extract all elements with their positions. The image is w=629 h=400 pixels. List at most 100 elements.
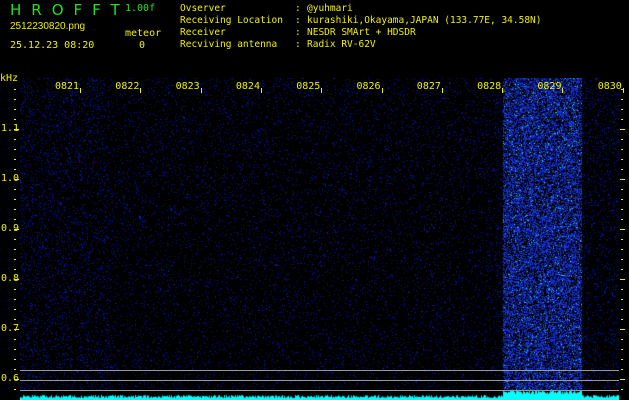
minor-tick [14,99,16,100]
version-label: 1.00f [125,4,155,14]
minor-tick [14,259,16,260]
minor-tick [14,339,16,340]
minor-tick [14,279,16,280]
minor-tick [14,239,16,240]
time-tick [382,88,383,93]
time-tick [261,88,262,93]
info-label: Receiver [180,28,226,38]
minor-tick [621,229,623,230]
marker-line [20,390,619,391]
minor-tick [14,329,16,330]
minor-tick [14,289,16,290]
minor-tick [621,189,623,190]
minor-tick [621,159,623,160]
minor-tick [621,269,623,270]
unit-label: kHz [0,74,18,84]
minor-tick [621,359,623,360]
time-tick [442,88,443,93]
minor-tick [14,149,16,150]
time-tick [562,88,563,93]
minor-tick [621,329,623,330]
minor-tick [621,259,623,260]
minor-tick [14,389,16,390]
time-label: 0828 [477,81,501,92]
minor-tick [621,169,623,170]
time-label: 0825 [296,81,320,92]
time-label: 0827 [417,81,441,92]
spectrogram [20,78,619,400]
minor-tick [621,179,623,180]
minor-tick [14,319,16,320]
info-label: Recviving antenna [180,40,277,50]
info-colon: : [295,16,301,26]
minor-tick [14,119,16,120]
minor-tick [14,189,16,190]
minor-tick [14,199,16,200]
minor-tick [14,159,16,160]
info-value: @yuhmari [307,4,353,14]
minor-tick [621,119,623,120]
minor-tick [621,389,623,390]
minor-tick [14,139,16,140]
minor-tick [14,219,16,220]
filename-label: 2512230820.png [10,22,85,32]
minor-tick [14,109,16,110]
minor-tick [621,349,623,350]
minor-tick [621,339,623,340]
time-tick [80,88,81,93]
time-tick [502,88,503,93]
info-label: Receiving Location [180,16,283,26]
info-value: Radix RV-62V [307,40,376,50]
info-value: kurashiki,Okayama,JAPAN (133.77E, 34.58N… [307,16,542,26]
minor-tick [14,129,16,130]
minor-tick [621,199,623,200]
minor-tick [14,209,16,210]
meteor-count: 0 [139,41,145,51]
app-title: HROFFT [10,3,130,18]
minor-tick [621,279,623,280]
minor-tick [14,299,16,300]
time-label: 0823 [176,81,200,92]
minor-tick [14,249,16,250]
time-tick [321,88,322,93]
minor-tick [621,139,623,140]
minor-tick [621,89,623,90]
minor-tick [621,319,623,320]
minor-tick [621,149,623,150]
minor-tick [621,109,623,110]
minor-tick [621,219,623,220]
minor-tick [14,179,16,180]
time-label: 0822 [115,81,139,92]
info-colon: : [295,28,301,38]
time-label: 0830 [598,81,622,92]
datetime-label: 25.12.23 08:20 [10,41,94,51]
time-tick [201,88,202,93]
minor-tick [621,369,623,370]
minor-tick [621,379,623,380]
time-tick [140,88,141,93]
info-colon: : [295,40,301,50]
info-colon: : [295,4,301,14]
minor-tick [621,249,623,250]
marker-line [20,380,619,381]
time-label: 0824 [236,81,260,92]
minor-tick [621,209,623,210]
time-label: 0826 [357,81,381,92]
minor-tick [14,169,16,170]
minor-tick [621,299,623,300]
minor-tick [621,309,623,310]
minor-tick [14,309,16,310]
meteor-label: meteor [125,29,161,39]
minor-tick [14,349,16,350]
minor-tick [621,289,623,290]
minor-tick [621,239,623,240]
minor-tick [621,99,623,100]
marker-line [20,370,619,371]
time-label: 0829 [537,81,561,92]
minor-tick [14,379,16,380]
minor-tick [14,359,16,360]
minor-tick [14,229,16,230]
info-value: NESDR SMArt + HDSDR [307,28,416,38]
minor-tick [14,269,16,270]
minor-tick [14,369,16,370]
